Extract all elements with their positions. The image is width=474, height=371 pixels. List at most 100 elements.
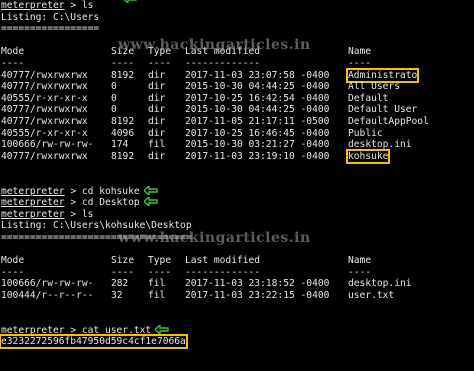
cell-modified: 2017-11-05 21:17:11 -0500 [185,115,330,127]
header-name: Name [348,255,372,267]
cell-modified: 2017-11-03 23:22:15 -0400 [185,289,330,301]
underline-modified: ------------- [185,266,261,278]
cell-size: 32 [111,289,123,301]
meterpreter-prompt: meterpreter [1,197,65,209]
cell-mode: 40555/r-xr-xr-x [1,127,88,139]
cell-name: desktop.ini [348,139,412,151]
cell-size: 0 [111,92,117,104]
arrow-icon [155,324,169,334]
cell-name-highlighted: kohsuke [345,148,391,165]
cell-name: All Users [348,81,400,93]
cell-size: 0 [111,104,117,116]
prompt-line: meterpreter > ls [1,209,474,221]
cell-size: 0 [111,81,117,93]
underline-size: ---- [111,266,135,278]
meterpreter-prompt: meterpreter [1,324,65,336]
command-text: > cd Desktop [64,197,140,209]
cell-mode: 40555/r-xr-xr-x [1,92,88,104]
underline-modified: ------------- [185,57,261,69]
underline-name: ---- [348,266,372,278]
cell-type: dir [148,115,166,127]
terminal-window[interactable]: meterpreter > ls Listing: C:\Users =====… [0,0,474,350]
cell-type: dir [148,104,166,116]
cell-name: Default [348,92,389,104]
cell-mode: 40777/rwxrwxrwx [1,115,88,127]
arrow-icon [143,197,158,207]
cell-size: 8192 [111,69,135,81]
cell-type: fil [148,139,166,151]
cell-mode: 40777/rwxrwxrwx [1,150,88,162]
prompt-line: meterpreter > cd Desktop [1,197,474,209]
table-row: 40777/rwxrwxrwx 8192 dir 2017-11-03 23:1… [1,148,474,165]
command-text: > cd kohsuke [64,185,140,197]
table-row: 100666/rw-rw-rw- 282 fil 2017-11-03 23:1… [1,278,474,290]
header-modified: Last modified [185,255,261,267]
cell-size: 282 [111,278,129,290]
meterpreter-prompt: meterpreter [1,0,65,11]
cell-type: fil [148,289,166,301]
cell-size: 8192 [111,150,135,162]
table-row: 40555/r-xr-xr-x 4096 dir 2017-10-25 16:4… [1,128,474,140]
underline-size: ---- [111,57,135,69]
underline-mode: ---- [1,57,25,69]
underline-type: ---- [148,266,172,278]
cell-modified: 2017-11-03 23:19:10 -0400 [185,150,330,162]
table-row: 100666/rw-rw-rw- 174 fil 2015-10-30 03:2… [1,139,474,151]
cell-modified: 2017-10-25 16:46:45 -0400 [185,127,330,139]
table-row: 40777/rwxrwxrwx 8192 dir 2017-11-05 21:1… [1,116,474,128]
cell-name: Public [348,127,383,139]
arrow-icon [143,185,158,195]
cell-modified: 2017-11-03 23:18:52 -0400 [185,278,330,290]
command-text: > cat user.txt [64,324,152,336]
underline-type: ---- [148,57,172,69]
underline-mode: ---- [1,266,25,278]
cell-mode: 40777/rwxrwxrwx [1,69,88,81]
cell-type: dir [148,92,166,104]
cell-name: user.txt [348,289,395,301]
cell-modified: 2015-10-30 03:21:27 -0400 [185,139,330,151]
cell-type: fil [148,278,166,290]
cell-type: dir [148,150,166,162]
cell-name: desktop.ini [348,278,412,290]
column-headers: Mode Size Type Last modified Name [1,255,474,267]
cell-modified: 2015-10-30 04:44:25 -0400 [185,81,330,93]
header-name: Name [348,46,372,58]
command-text: > ls [64,0,94,11]
column-underlines: ---- ---- ---- ------------- ---- [1,267,474,279]
table-row: 40777/rwxrwxrwx 0 dir 2015-10-30 04:44:2… [1,81,474,93]
cell-mode: 40777/rwxrwxrwx [1,81,88,93]
meterpreter-prompt: meterpreter [1,208,65,220]
cell-mode: 100444/r--r--r-- [1,289,94,301]
column-underlines: ---- ---- ---- ------------- ---- [1,58,474,70]
header-mode: Mode [1,255,25,267]
underline-name: ---- [348,57,372,69]
cell-type: dir [148,81,166,93]
cell-modified: 2017-11-03 23:07:58 -0400 [185,69,330,81]
watermark: www.hackingarticles.in [118,230,311,246]
header-mode: Mode [1,46,25,58]
cell-mode: 100666/rw-rw-rw- [1,278,94,290]
table-row: 100444/r--r--r-- 32 fil 2017-11-03 23:22… [1,290,474,302]
cell-size: 8192 [111,115,135,127]
cell-size: 174 [111,139,129,151]
listing-header: Listing: C:\Users [1,11,100,23]
cell-name: Default User [348,104,418,116]
watermark: www.hackingarticles.in [118,37,311,53]
cell-mode: 100666/rw-rw-rw- [1,139,94,151]
cell-modified: 2015-10-30 04:44:25 -0400 [185,104,330,116]
prompt-line: meterpreter > ls [1,0,474,12]
table-row: 40777/rwxrwxrwx 8192 dir 2017-11-03 23:0… [1,67,474,84]
cell-modified: 2017-10-25 16:42:54 -0400 [185,92,330,104]
cell-type: dir [148,69,166,81]
header-type: Type [148,255,172,267]
header-size: Size [111,255,135,267]
table-row: 40777/rwxrwxrwx 0 dir 2015-10-30 04:44:2… [1,104,474,116]
cell-mode: 40777/rwxrwxrwx [1,104,88,116]
prompt-line: meterpreter > cd kohsuke [1,185,474,198]
cell-name-highlighted: Administrato [345,67,420,84]
command-text: > ls [64,208,94,220]
meterpreter-prompt: meterpreter [1,185,65,197]
table-row: 40555/r-xr-xr-x 0 dir 2017-10-25 16:42:5… [1,93,474,105]
cell-type: dir [148,127,166,139]
user-flag-hash: e3232272596fb47950d59c4cf1e7066a [0,334,188,350]
